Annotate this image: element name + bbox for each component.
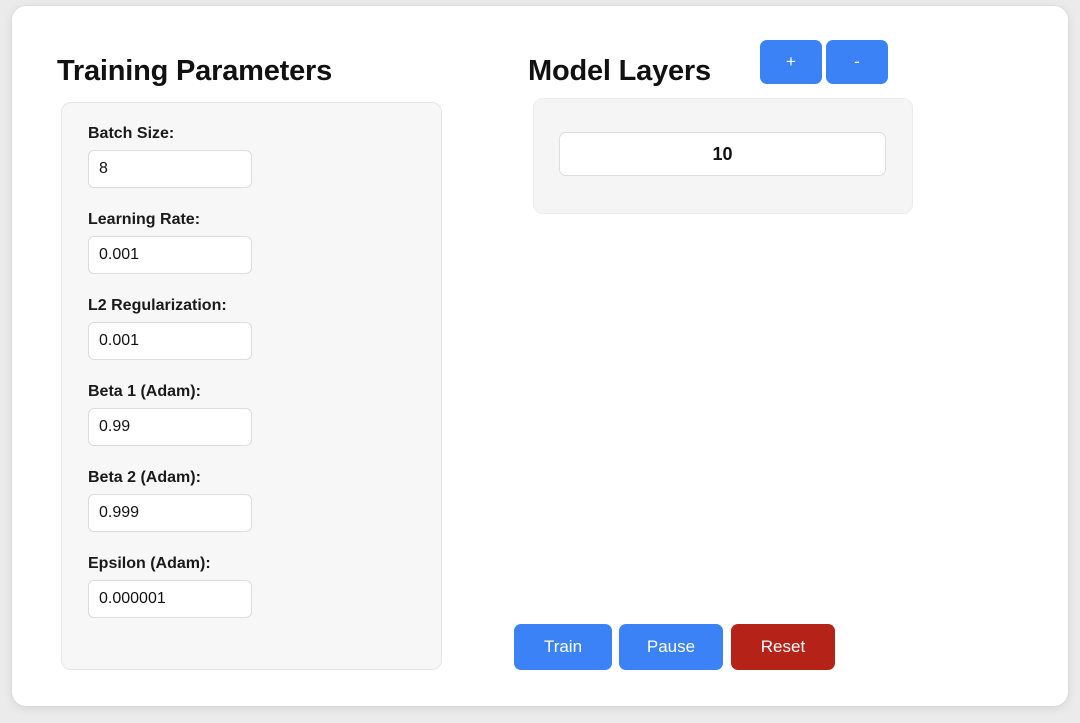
field-label-learning-rate: Learning Rate: [88, 211, 201, 228]
epsilon-input[interactable] [88, 580, 252, 618]
batch-size-input[interactable] [88, 150, 252, 188]
field-label-beta-2: Beta 2 (Adam): [88, 469, 201, 486]
learning-rate-input[interactable] [88, 236, 252, 274]
remove-layer-button[interactable]: - [826, 40, 888, 84]
pause-button[interactable]: Pause [619, 624, 723, 670]
field-label-l2-regularization: L2 Regularization: [88, 297, 227, 314]
field-epsilon: Epsilon (Adam): [88, 555, 418, 618]
field-beta-2: Beta 2 (Adam): [88, 469, 418, 532]
reset-button[interactable]: Reset [731, 624, 835, 670]
train-button[interactable]: Train [514, 624, 612, 670]
layer-count-input[interactable] [559, 132, 886, 176]
model-layers-panel [533, 98, 913, 214]
field-learning-rate: Learning Rate: [88, 211, 418, 274]
model-layers-title: Model Layers [528, 55, 711, 88]
app-card: Training Parameters Batch Size: Learning… [12, 6, 1068, 706]
field-beta-1: Beta 1 (Adam): [88, 383, 418, 446]
field-label-epsilon: Epsilon (Adam): [88, 555, 211, 572]
add-layer-button[interactable]: + [760, 40, 822, 84]
beta-2-input[interactable] [88, 494, 252, 532]
l2-regularization-input[interactable] [88, 322, 252, 360]
beta-1-input[interactable] [88, 408, 252, 446]
field-label-batch-size: Batch Size: [88, 125, 175, 142]
field-batch-size: Batch Size: [88, 125, 418, 188]
field-l2-regularization: L2 Regularization: [88, 297, 418, 360]
field-label-beta-1: Beta 1 (Adam): [88, 383, 201, 400]
training-parameters-panel: Batch Size: Learning Rate: L2 Regulariza… [61, 102, 442, 670]
training-parameters-title: Training Parameters [57, 55, 333, 88]
